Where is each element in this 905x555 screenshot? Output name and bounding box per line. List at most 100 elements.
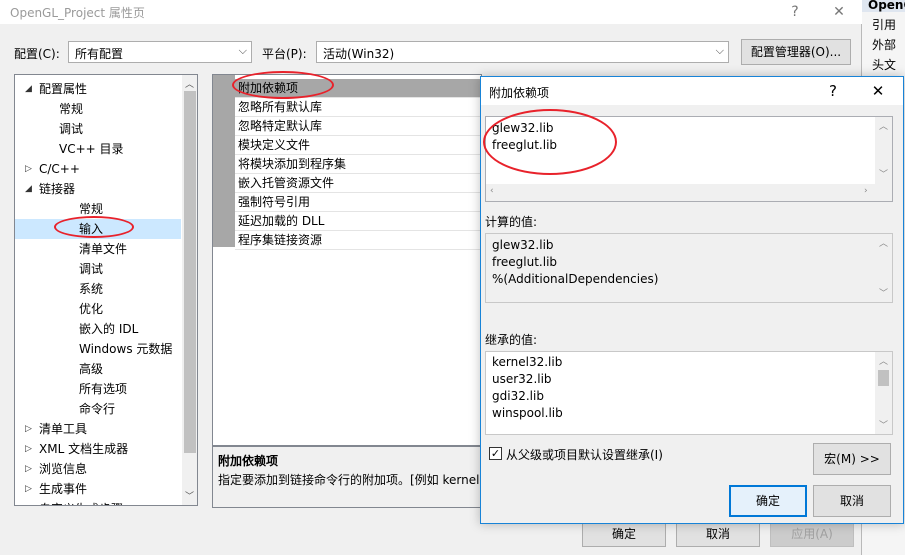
- inherited-scroll-thumb[interactable]: [878, 370, 889, 386]
- dialog-cancel-button[interactable]: 取消: [813, 485, 891, 517]
- tree-item-label: 输入: [79, 222, 104, 236]
- dialog-close-button[interactable]: ✕: [863, 80, 893, 102]
- tree-item-label: 清单文件: [79, 242, 128, 256]
- tree-scrollbar-thumb[interactable]: [184, 91, 196, 453]
- tree-item[interactable]: ▷ 清单工具: [15, 419, 181, 439]
- tree-item[interactable]: 常规: [15, 199, 181, 219]
- tree-item[interactable]: 系统: [15, 279, 181, 299]
- grid-row[interactable]: 程序集链接资源: [235, 231, 481, 250]
- tree-item-label: 嵌入的 IDL: [79, 322, 139, 336]
- help-button[interactable]: ?: [778, 1, 812, 23]
- inherited-vscrollbar[interactable]: ︿ ﹀: [875, 352, 892, 434]
- tree-item[interactable]: ▷ 生成事件: [15, 479, 181, 499]
- grid-gutter: [213, 75, 235, 247]
- property-grid[interactable]: 附加依赖项 忽略所有默认库 忽略特定默认库 模块定义文件 将模块添加到程序集 嵌入托管资源…: [212, 74, 482, 446]
- property-tree[interactable]: ◢ 配置属性 常规 调试 VC++ 目录 ▷ C/C++ ◢ 链接器 常规 输入 清单文件 调试 系统 优化…: [14, 74, 198, 506]
- side-item-external[interactable]: 外部: [872, 36, 896, 53]
- value-line: glew32.lib: [492, 238, 554, 252]
- value-line: glew32.lib: [492, 121, 554, 135]
- tree-item-label: 生成事件: [39, 482, 88, 496]
- collapsed-arrow-icon[interactable]: ▷: [25, 439, 32, 459]
- tree-item-label: 高级: [79, 362, 104, 376]
- cancel-button[interactable]: 取消: [676, 521, 760, 547]
- collapsed-arrow-icon[interactable]: ▷: [25, 499, 32, 505]
- value-line: freeglut.lib: [492, 138, 558, 152]
- tree-item[interactable]: ◢ 配置属性: [15, 79, 181, 99]
- tree-item[interactable]: 优化: [15, 299, 181, 319]
- dialog-ok-button[interactable]: 确定: [729, 485, 807, 517]
- collapsed-arrow-icon[interactable]: ▷: [25, 459, 32, 479]
- tree-item[interactable]: 输入: [15, 219, 181, 239]
- inherit-checkbox[interactable]: ✓: [489, 447, 502, 460]
- grid-row[interactable]: 忽略特定默认库: [235, 117, 481, 136]
- dialog-title: 附加依赖项: [489, 86, 550, 100]
- scroll-right-icon[interactable]: ›: [864, 186, 868, 196]
- tree-item[interactable]: 所有选项: [15, 379, 181, 399]
- collapsed-arrow-icon[interactable]: ▷: [25, 159, 32, 179]
- tree-item[interactable]: ▷ XML 文档生成器: [15, 439, 181, 459]
- inherit-checkbox-label[interactable]: 从父级或项目默认设置继承(I): [506, 446, 663, 463]
- tree-item-label: 所有选项: [79, 382, 128, 396]
- tree-item[interactable]: 命令行: [15, 399, 181, 419]
- tree-item-label: 优化: [79, 302, 104, 316]
- tree-item-label: 调试: [79, 262, 104, 276]
- tree-item[interactable]: 调试: [15, 259, 181, 279]
- tree-item[interactable]: ◢ 链接器: [15, 179, 181, 199]
- computed-vscrollbar[interactable]: ︿ ﹀: [875, 234, 892, 302]
- config-dropdown[interactable]: 所有配置 ⌵: [68, 41, 252, 63]
- grid-row[interactable]: 忽略所有默认库: [235, 98, 481, 117]
- expanded-arrow-icon[interactable]: ◢: [25, 179, 32, 199]
- collapsed-arrow-icon[interactable]: ▷: [25, 419, 32, 439]
- tree-item[interactable]: 高级: [15, 359, 181, 379]
- config-manager-button[interactable]: 配置管理器(O)...: [741, 39, 851, 65]
- platform-dropdown[interactable]: 活动(Win32) ⌵: [316, 41, 729, 63]
- tree-item[interactable]: 嵌入的 IDL: [15, 319, 181, 339]
- tree-item[interactable]: ▷ 浏览信息: [15, 459, 181, 479]
- grid-row[interactable]: 将模块添加到程序集: [235, 155, 481, 174]
- platform-label: 平台(P):: [262, 47, 307, 61]
- computed-values-box: glew32.lib freeglut.lib %(AdditionalDepend…: [485, 233, 893, 303]
- side-item-references[interactable]: 引用: [872, 16, 896, 33]
- scroll-left-icon[interactable]: ‹: [490, 186, 494, 196]
- edit-hscrollbar[interactable]: ‹ ›: [486, 184, 876, 201]
- tree-item[interactable]: VC++ 目录: [15, 139, 181, 159]
- tree-item[interactable]: ▷ 自定义生成步骤: [15, 499, 181, 505]
- close-button[interactable]: ✕: [822, 1, 856, 23]
- apply-button[interactable]: 应用(A): [770, 521, 854, 547]
- value-line: kernel32.lib: [492, 355, 563, 369]
- tree-item[interactable]: ▷ C/C++: [15, 159, 181, 179]
- macro-button[interactable]: 宏(M) >>: [813, 443, 891, 475]
- side-item-project[interactable]: OpenG: [868, 0, 905, 12]
- edit-vscrollbar[interactable]: ︿ ﹀: [875, 117, 892, 201]
- value-line: %(AdditionalDependencies): [492, 272, 659, 286]
- tree-item-label: 浏览信息: [39, 462, 88, 476]
- scroll-up-icon[interactable]: ︿: [875, 119, 892, 132]
- dialog-help-button[interactable]: ?: [818, 80, 848, 102]
- scroll-up-icon[interactable]: ︿: [185, 77, 194, 90]
- tree-item-label: 系统: [79, 282, 104, 296]
- tree-item[interactable]: Windows 元数据: [15, 339, 181, 359]
- grid-row[interactable]: 模块定义文件: [235, 136, 481, 155]
- scroll-up-icon[interactable]: ︿: [875, 354, 892, 367]
- tree-item[interactable]: 调试: [15, 119, 181, 139]
- grid-row[interactable]: 嵌入托管资源文件: [235, 174, 481, 193]
- tree-item[interactable]: 清单文件: [15, 239, 181, 259]
- config-label: 配置(C):: [14, 47, 60, 61]
- tree-item-label: 清单工具: [39, 422, 88, 436]
- side-item-headers[interactable]: 头文: [872, 56, 896, 73]
- grid-row[interactable]: 附加依赖项: [235, 79, 481, 98]
- dependencies-edit-box[interactable]: glew32.lib freeglut.lib ︿ ﹀ ‹ ›: [485, 116, 893, 202]
- collapsed-arrow-icon[interactable]: ▷: [25, 479, 32, 499]
- scroll-down-icon[interactable]: ﹀: [875, 418, 892, 431]
- ok-button[interactable]: 确定: [582, 521, 666, 547]
- grid-row[interactable]: 延迟加载的 DLL: [235, 212, 481, 231]
- tree-item-label: 命令行: [79, 402, 116, 416]
- config-value: 所有配置: [75, 47, 124, 61]
- expanded-arrow-icon[interactable]: ◢: [25, 79, 32, 99]
- tree-item[interactable]: 常规: [15, 99, 181, 119]
- grid-row[interactable]: 强制符号引用: [235, 193, 481, 212]
- scroll-down-icon[interactable]: ﹀: [875, 286, 892, 299]
- scroll-down-icon[interactable]: ﹀: [185, 489, 194, 502]
- scroll-up-icon[interactable]: ︿: [875, 236, 892, 249]
- scroll-down-icon[interactable]: ﹀: [875, 167, 892, 180]
